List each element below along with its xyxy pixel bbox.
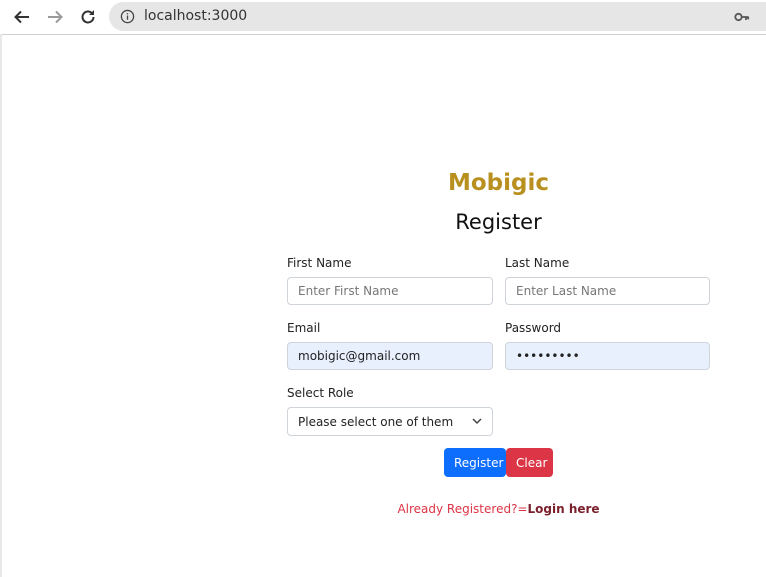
email-input[interactable] [287,342,493,370]
role-label: Select Role [287,386,354,400]
address-bar[interactable]: localhost:3000 [109,2,766,31]
clear-button[interactable]: Clear [506,448,553,477]
last-name-input[interactable] [505,277,710,305]
forward-arrow-icon[interactable] [43,5,67,29]
first-name-input[interactable] [287,277,493,305]
last-name-label: Last Name [505,256,570,270]
window-edge [0,34,2,577]
role-select-value: Please select one of them [298,415,454,429]
brand-title: Mobigic [447,170,550,196]
reload-icon[interactable] [76,5,100,29]
already-registered-text: Already Registered?= [397,502,528,516]
first-name-label: First Name [287,256,352,270]
page-title: Register [455,210,542,234]
email-label: Email [287,321,321,335]
login-link[interactable]: Login here [528,502,600,516]
info-icon[interactable] [120,9,135,24]
chevron-down-icon [472,418,482,425]
password-input[interactable] [505,342,710,370]
browser-toolbar: localhost:3000 [0,0,766,35]
password-label: Password [505,321,562,335]
url-text[interactable]: localhost:3000 [144,8,247,24]
login-prompt: Already Registered?=Login here [287,502,710,516]
register-button[interactable]: Register [444,448,506,477]
back-arrow-icon[interactable] [10,5,34,29]
key-icon[interactable] [734,9,750,25]
role-select[interactable]: Please select one of them [287,407,493,436]
